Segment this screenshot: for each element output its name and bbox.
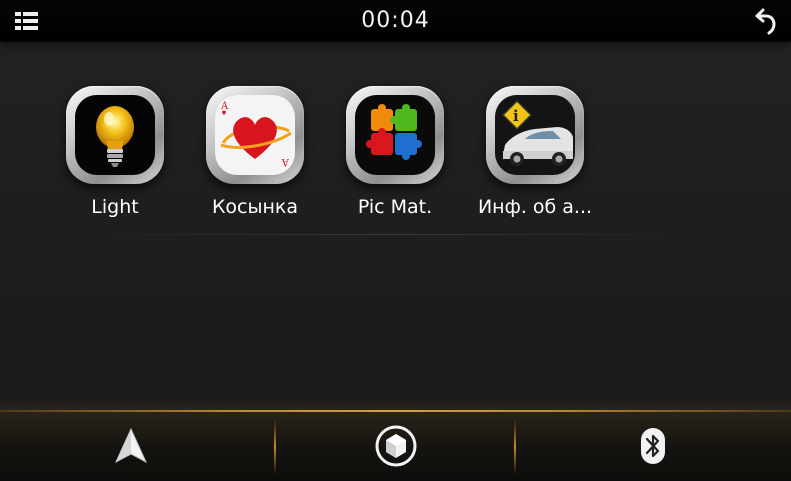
app-pic-mat[interactable]: Pic Mat.: [325, 86, 465, 226]
dock-separator: [514, 420, 516, 474]
app-tile-face: A A: [215, 95, 295, 175]
heart-card-icon: A A: [215, 95, 295, 175]
navigation-arrow-icon: [114, 427, 148, 463]
app-tile-face: [75, 95, 155, 175]
bluetooth-icon: [641, 427, 665, 464]
app-label: Косынка: [211, 196, 299, 218]
svg-text:A: A: [220, 101, 229, 112]
app-vehicle-info[interactable]: i Инф. об а...: [465, 86, 605, 226]
app-tile: [66, 86, 164, 184]
app-label: Light: [91, 196, 139, 218]
puzzle-icon: [355, 95, 435, 175]
app-tile: A A: [206, 86, 304, 184]
light-bulb-icon: [75, 95, 155, 175]
app-grid: Light A A Косынка Pic Mat. i Инф. об а..…: [0, 0, 791, 300]
app-tile: [346, 86, 444, 184]
content-divider: [80, 234, 700, 235]
svg-text:A: A: [281, 156, 290, 167]
navigation-button[interactable]: [0, 410, 262, 481]
home-button[interactable]: [265, 410, 527, 481]
app-label: Инф. об а...: [477, 196, 593, 218]
app-solitaire[interactable]: A A Косынка: [185, 86, 325, 226]
bottom-dock: [0, 398, 791, 481]
home-hexagon-icon: [375, 425, 417, 466]
bluetooth-button[interactable]: [522, 410, 784, 481]
app-tile: i: [486, 86, 584, 184]
svg-text:i: i: [513, 107, 519, 125]
app-tile-face: [355, 95, 435, 175]
app-label: Pic Mat.: [357, 196, 433, 218]
home-screen: 00:04 Light A A Косынка Pic Mat. i Инф. …: [0, 0, 791, 481]
app-light[interactable]: Light: [45, 86, 185, 226]
car-info-icon: i: [495, 95, 575, 175]
app-tile-face: i: [495, 95, 575, 175]
